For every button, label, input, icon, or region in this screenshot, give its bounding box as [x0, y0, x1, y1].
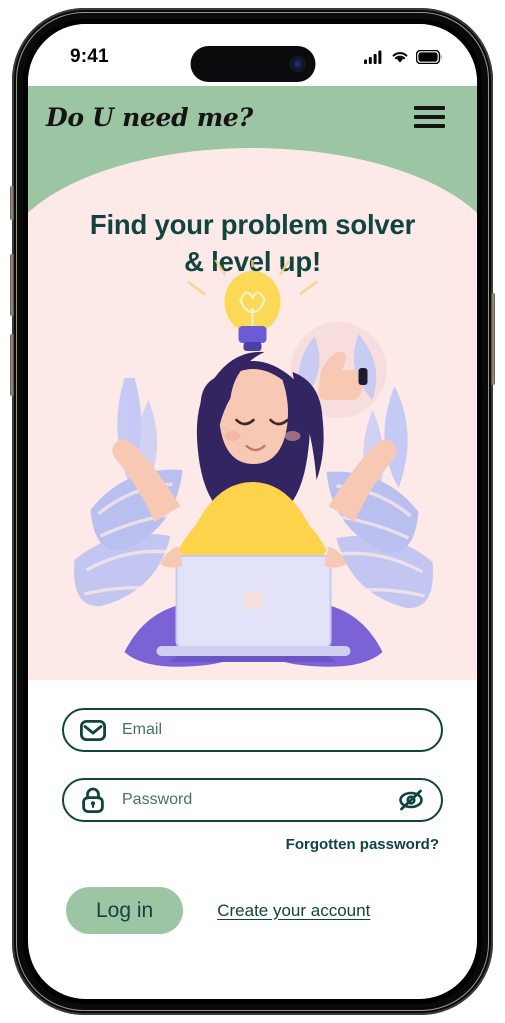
- email-field-wrapper[interactable]: [62, 708, 443, 752]
- login-form: Forgotten password? Log in Create your a…: [28, 680, 477, 935]
- status-icons: [364, 50, 443, 64]
- lock-icon: [80, 787, 106, 813]
- battery-full-icon: [416, 50, 442, 64]
- email-input[interactable]: [122, 721, 425, 739]
- hero-title-line-1: Find your problem solver: [89, 209, 416, 240]
- cellular-signal-icon: [364, 50, 382, 64]
- app-logo-text: Do U need me?: [46, 102, 253, 132]
- login-button[interactable]: Log in: [66, 887, 184, 935]
- volume-up-button[interactable]: [10, 254, 14, 316]
- app-header: Do U need me?: [28, 86, 477, 148]
- hero-illustration: [73, 260, 433, 667]
- hamburger-menu-icon[interactable]: [410, 102, 449, 132]
- password-field-wrapper[interactable]: [62, 778, 443, 822]
- volume-down-button[interactable]: [10, 334, 14, 396]
- phone-frame: 9:41 Do U need me? Find your problem sol…: [10, 8, 495, 1015]
- forgot-password-row: Forgotten password?: [62, 836, 443, 853]
- front-camera-icon: [290, 57, 304, 71]
- phone-screen: 9:41 Do U need me? Find your problem sol…: [28, 24, 477, 999]
- status-time: 9:41: [70, 46, 109, 67]
- silent-switch[interactable]: [10, 186, 14, 220]
- eye-slash-icon[interactable]: [397, 787, 425, 813]
- envelope-icon: [80, 717, 106, 743]
- power-button[interactable]: [491, 293, 495, 385]
- forgot-password-link[interactable]: Forgotten password?: [286, 836, 439, 853]
- wifi-icon: [392, 52, 408, 63]
- auth-actions: Log in Create your account: [62, 887, 443, 935]
- create-account-link[interactable]: Create your account: [217, 901, 370, 921]
- dynamic-island: [190, 46, 315, 82]
- hero-section: Find your problem solver & level up!: [28, 148, 477, 680]
- password-input[interactable]: [122, 791, 397, 809]
- status-bar: 9:41: [28, 24, 477, 86]
